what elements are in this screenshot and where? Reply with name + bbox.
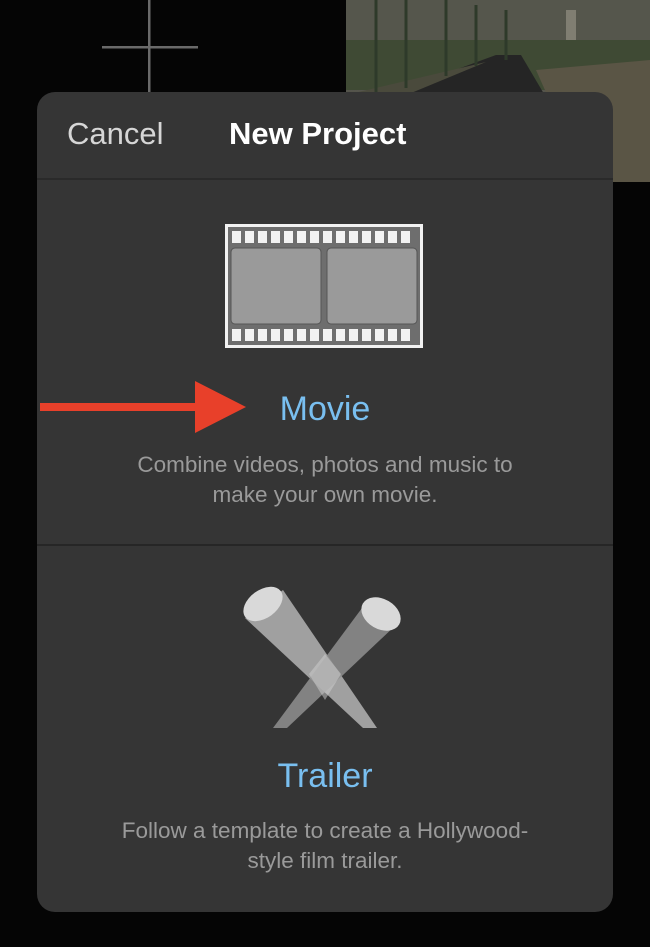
trailer-option[interactable]: Trailer Follow a template to create a Ho… <box>37 546 613 912</box>
sheet-header: Cancel New Project <box>37 92 613 180</box>
new-project-sheet: Cancel New Project Movie Combine videos,… <box>37 92 613 912</box>
red-arrow-icon <box>40 381 246 433</box>
page-title: New Project <box>229 116 407 151</box>
movie-option[interactable]: Movie Combine videos, photos and music t… <box>37 180 613 544</box>
trailer-label[interactable]: Trailer <box>37 756 613 796</box>
spotlights-icon <box>243 586 401 728</box>
plus-icon[interactable] <box>100 0 200 95</box>
film-strip-icon <box>225 224 423 348</box>
movie-description: Combine videos, photos and music to make… <box>137 452 513 507</box>
cancel-button[interactable]: Cancel <box>67 114 164 154</box>
app-screen: Cancel New Project Movie Combine videos,… <box>0 0 650 947</box>
trailer-description: Follow a template to create a Hollywood-… <box>121 818 529 873</box>
